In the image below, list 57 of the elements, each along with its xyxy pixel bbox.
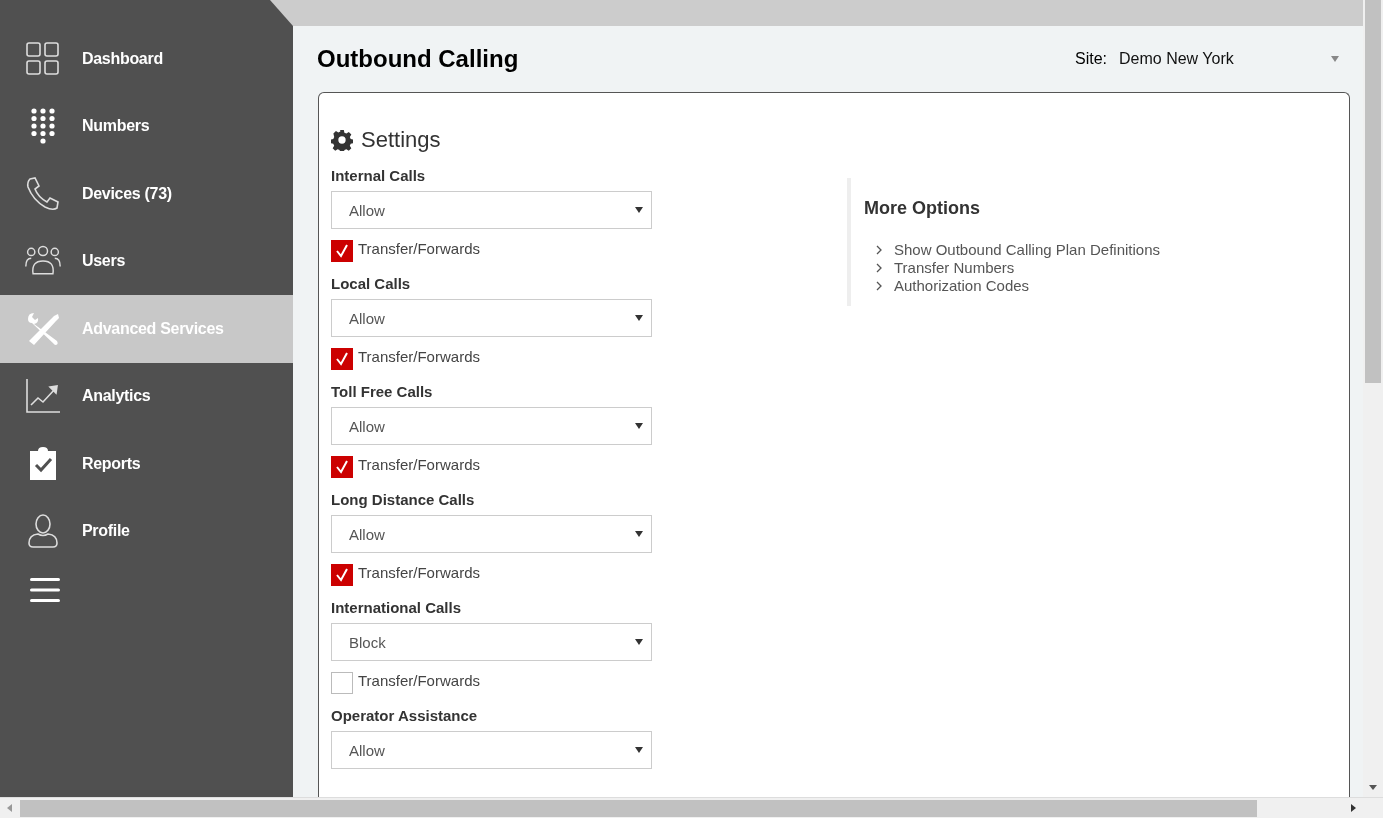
checkbox-label: Transfer/Forwards xyxy=(358,240,480,257)
checkbox-label: Transfer/Forwards xyxy=(358,348,480,365)
select-field[interactable]: Allow xyxy=(331,731,652,769)
caret-icon xyxy=(635,531,643,537)
caret-icon xyxy=(635,207,643,213)
vertical-scrollbar[interactable] xyxy=(1363,0,1383,797)
scroll-down-icon[interactable] xyxy=(1369,783,1377,791)
checkbox-label: Transfer/Forwards xyxy=(358,672,480,689)
scroll-right-icon[interactable] xyxy=(1349,804,1357,812)
checkbox[interactable] xyxy=(331,240,353,262)
caret-icon xyxy=(635,747,643,753)
site-label: Site: xyxy=(1075,50,1107,68)
check-icon xyxy=(335,352,349,366)
select-field[interactable]: Allow xyxy=(331,299,652,337)
sidebar-item[interactable]: Analytics xyxy=(0,362,293,430)
sidebar-item[interactable]: Numbers xyxy=(0,92,293,160)
field-label: Internal Calls xyxy=(331,167,427,184)
check-icon xyxy=(335,568,349,582)
sidebar-item[interactable]: Reports xyxy=(0,430,293,498)
checkbox[interactable] xyxy=(331,348,353,370)
sidebar-item[interactable]: Profile xyxy=(0,497,293,565)
checkbox-label: Transfer/Forwards xyxy=(358,564,480,581)
check-icon xyxy=(335,244,349,258)
section-title: Settings xyxy=(361,127,441,153)
select-field[interactable]: Allow xyxy=(331,191,652,229)
check-icon xyxy=(335,460,349,474)
select-field[interactable]: Allow xyxy=(331,515,652,553)
option-link[interactable]: Show Outbound Calling Plan Definitions xyxy=(894,241,1160,259)
sidebar-item[interactable]: Dashboard xyxy=(0,25,293,93)
field-label: Local Calls xyxy=(331,275,412,292)
site-dropdown[interactable]: Demo New York xyxy=(1119,50,1343,68)
caret-icon xyxy=(635,639,643,645)
caret-icon xyxy=(635,423,643,429)
field-label: Long Distance Calls xyxy=(331,491,476,508)
select-field[interactable]: Block xyxy=(331,623,652,661)
checkbox[interactable] xyxy=(331,672,353,694)
grid-icon xyxy=(24,40,62,77)
sidebar-item[interactable]: Devices (73) xyxy=(0,160,293,228)
caret-icon xyxy=(635,315,643,321)
select-field[interactable]: Allow xyxy=(331,407,652,445)
field-label: Toll Free Calls xyxy=(331,383,434,400)
field-label: International Calls xyxy=(331,599,463,616)
phone-icon xyxy=(24,175,62,212)
page-title: Outbound Calling xyxy=(317,45,520,73)
gear-icon xyxy=(331,129,353,151)
checkbox-label: Transfer/Forwards xyxy=(358,456,480,473)
caret-icon xyxy=(1331,56,1339,62)
option-link[interactable]: Transfer Numbers xyxy=(894,259,1015,277)
field-label: Operator Assistance xyxy=(331,707,479,724)
chart-icon xyxy=(24,378,62,415)
panel-title: More Options xyxy=(864,198,981,219)
option-link[interactable]: Authorization Codes xyxy=(894,277,1030,295)
sidebar-item[interactable]: Users xyxy=(0,227,293,295)
menu-icon[interactable] xyxy=(30,577,60,603)
checkbox[interactable] xyxy=(331,564,353,586)
checkbox[interactable] xyxy=(331,456,353,478)
horizontal-scrollbar[interactable] xyxy=(0,797,1383,818)
